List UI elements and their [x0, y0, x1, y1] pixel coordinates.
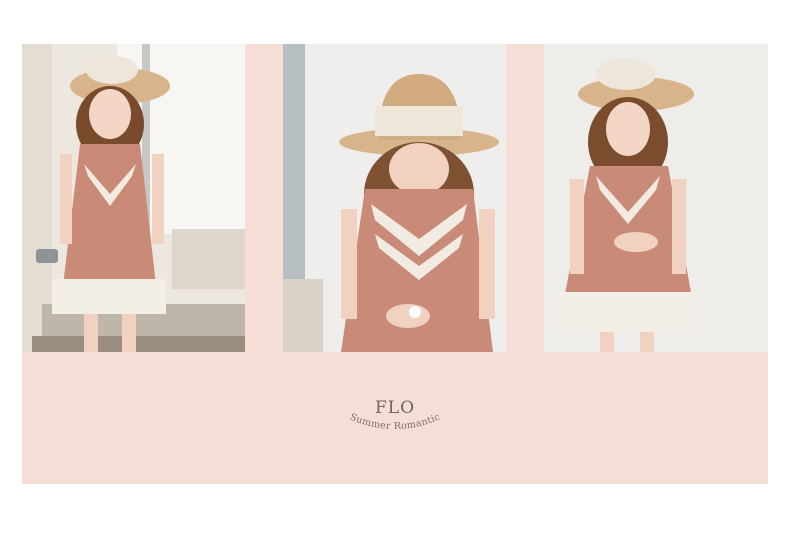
product-photo-2 [283, 44, 506, 352]
svg-text:Summer Romantic: Summer Romantic [348, 412, 442, 432]
tagline-text: Summer Romantic [348, 412, 441, 432]
brand-tagline: Summer Romantic [348, 412, 442, 432]
product-photo-3 [544, 44, 768, 352]
product-photo-1 [22, 44, 245, 352]
